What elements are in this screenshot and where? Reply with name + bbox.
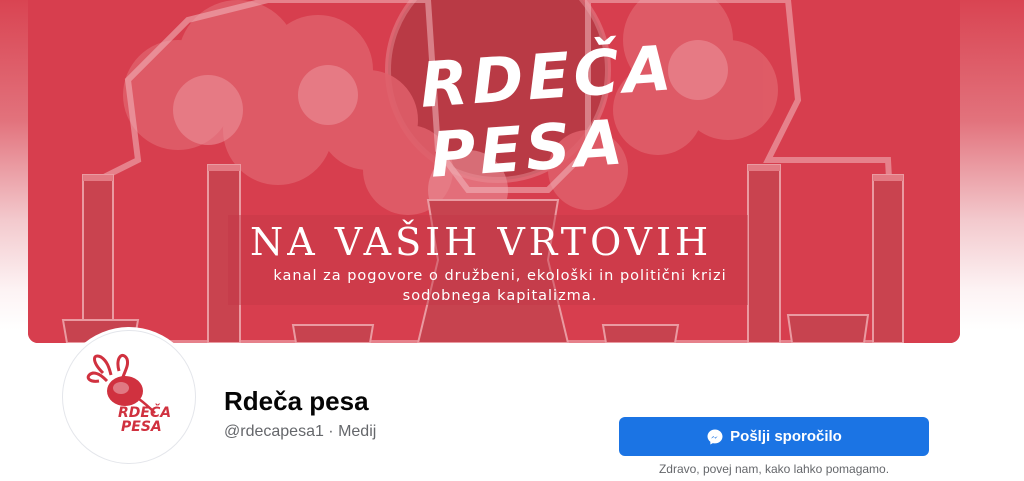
messenger-icon [707,429,723,444]
cover-subline-2: sodobnega kapitalizma. [402,288,598,304]
helper-text: Zdravo, povej nam, kako lahko pomagamo. [658,462,890,476]
cover-headline: NA VAŠIH VRTOVIH [250,220,713,264]
cover-subline-1: kanal za pogovore o družbeni, ekološki i… [273,268,727,284]
cover-subline: kanal za pogovore o družbeni, ekološki i… [250,266,750,306]
page-meta: @rdecapesa1 · Medij [224,423,376,441]
send-message-label: Pošlji sporočilo [730,428,842,445]
beet-logo-icon: RDEČA PESA [86,354,171,435]
cover-photo[interactable]: RDEČA PESA NA VAŠIH VRTOVIH kanal za pog… [28,0,960,343]
meta-separator: · [323,423,339,440]
page-category[interactable]: Medij [338,423,376,440]
send-message-button[interactable]: Pošlji sporočilo [619,417,929,456]
profile-avatar[interactable]: RDEČA PESA [62,330,196,464]
page-title: Rdeča pesa [224,386,369,416]
page-handle: @rdecapesa1 [224,423,324,440]
cover-logo-line2: PESA [427,105,629,192]
avatar-logo-text2: PESA [121,419,162,435]
